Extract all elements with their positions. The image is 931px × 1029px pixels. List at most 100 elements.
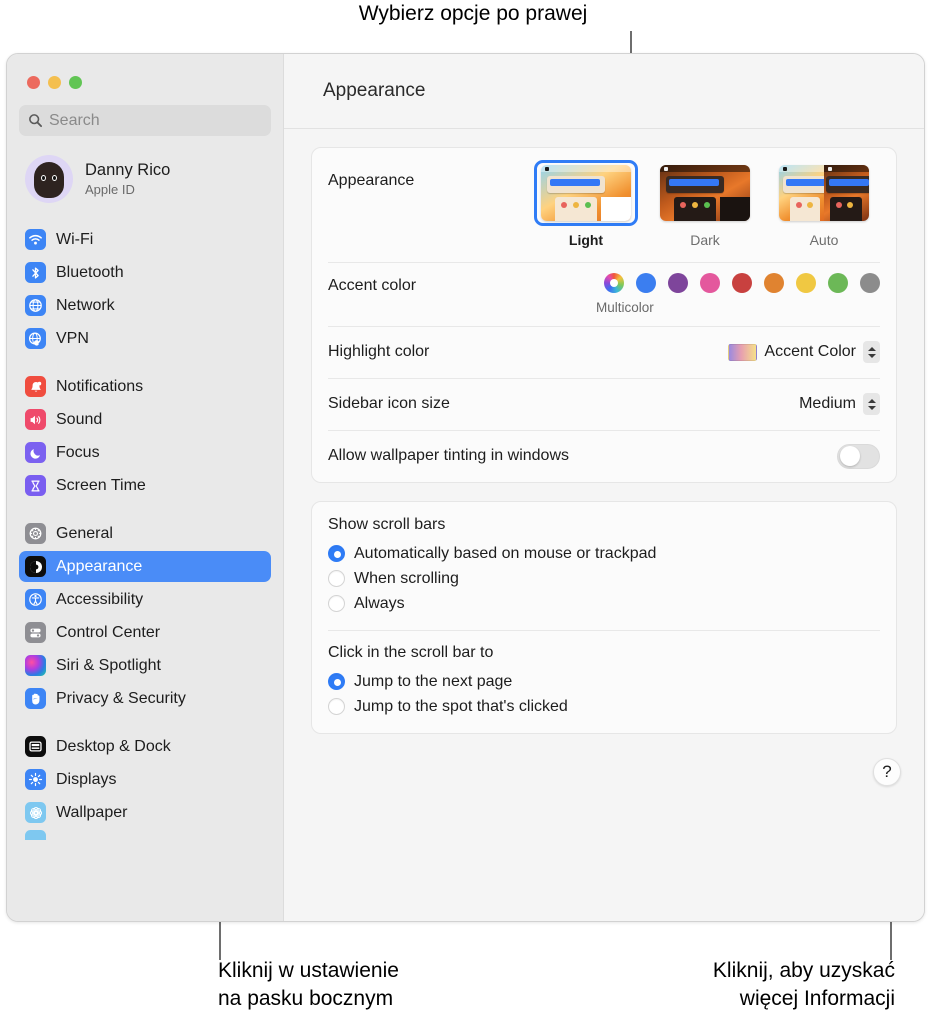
- window-controls: [19, 54, 271, 105]
- bell-icon: [25, 376, 46, 397]
- sidebar-item-label: Control Center: [56, 623, 161, 641]
- sidebar-item-label: Appearance: [56, 557, 143, 575]
- sidebar-icon-size-popup[interactable]: Medium: [799, 393, 880, 415]
- gear-icon: [25, 523, 46, 544]
- sidebar-item-partial[interactable]: [25, 830, 46, 840]
- show-scroll-bars-section: Show scroll bars Automatically based on …: [312, 502, 896, 630]
- wallpaper-tinting-toggle[interactable]: [837, 443, 880, 469]
- profile-subtitle: Apple ID: [85, 181, 135, 197]
- sidebar-item-label: Wi-Fi: [56, 230, 94, 248]
- sidebar-item-general[interactable]: General: [19, 518, 271, 549]
- radio-button-icon: [328, 570, 345, 587]
- close-button[interactable]: [27, 76, 40, 89]
- radio-jump-spot-clicked[interactable]: Jump to the spot that's clicked: [328, 694, 880, 719]
- accent-swatch-blue[interactable]: [636, 273, 656, 293]
- sidebar-item-apple-id[interactable]: Danny Rico Apple ID: [19, 150, 271, 208]
- zoom-button[interactable]: [69, 76, 82, 89]
- sidebar-group-preferences: General Appearance Accessibility Control…: [19, 518, 271, 714]
- sidebar-group-network: Wi-Fi Bluetooth Network VPN: [19, 224, 271, 354]
- radio-label: When scrolling: [354, 569, 459, 587]
- theme-label: Light: [568, 232, 604, 248]
- click-scroll-bar-section: Click in the scroll bar to Jump to the n…: [312, 630, 896, 733]
- sidebar-item-control-center[interactable]: Control Center: [19, 617, 271, 648]
- radio-label: Jump to the spot that's clicked: [354, 697, 568, 715]
- sidebar-item-privacy-security[interactable]: Privacy & Security: [19, 683, 271, 714]
- vpn-icon: [25, 328, 46, 349]
- callout-bottom-left-label: Kliknij w ustawienie na pasku bocznym: [218, 959, 399, 1010]
- scroll-bars-card: Show scroll bars Automatically based on …: [311, 501, 897, 734]
- hand-icon: [25, 688, 46, 709]
- minimize-button[interactable]: [48, 76, 61, 89]
- sliders-icon: [25, 622, 46, 643]
- sidebar-item-displays[interactable]: Displays: [19, 764, 271, 795]
- sidebar-item-label: VPN: [56, 329, 89, 347]
- radio-when-scrolling[interactable]: When scrolling: [328, 566, 880, 591]
- sidebar-item-label: Desktop & Dock: [56, 737, 171, 755]
- radio-jump-next-page[interactable]: Jump to the next page: [328, 669, 880, 694]
- accent-swatch-multicolor[interactable]: [604, 273, 624, 293]
- accent-swatches: [604, 273, 880, 293]
- sidebar-item-notifications[interactable]: Notifications: [19, 371, 271, 402]
- desktop-icon: [25, 736, 46, 757]
- sidebar-item-sound[interactable]: Sound: [19, 404, 271, 435]
- content-body: Appearance Light Dark Auto Accent color …: [284, 129, 924, 752]
- highlight-color-popup[interactable]: Accent Color: [728, 341, 880, 363]
- content-pane: Appearance Appearance Light Dark Auto Ac…: [284, 54, 924, 921]
- theme-option-light[interactable]: Light: [534, 160, 638, 248]
- avatar: [25, 155, 73, 203]
- accent-color-label: Accent color: [328, 277, 417, 294]
- accent-color-row: Accent color Multicolor: [312, 262, 896, 326]
- sidebar-item-label: Siri & Spotlight: [56, 656, 161, 674]
- sidebar-item-wallpaper[interactable]: Wallpaper: [19, 797, 271, 828]
- radio-label: Automatically based on mouse or trackpad: [354, 544, 657, 562]
- sidebar-item-network[interactable]: Network: [19, 290, 271, 321]
- radio-automatically[interactable]: Automatically based on mouse or trackpad: [328, 541, 880, 566]
- theme-options: Light Dark Auto: [534, 160, 880, 248]
- bluetooth-icon: [25, 262, 46, 283]
- accent-swatch-yellow[interactable]: [796, 273, 816, 293]
- theme-option-auto[interactable]: Auto: [772, 160, 876, 248]
- sidebar-item-label: Sound: [56, 410, 103, 428]
- radio-button-icon: [328, 595, 345, 612]
- system-settings-window: Search Danny Rico Apple ID Wi-Fi Bluetoo…: [6, 53, 925, 922]
- accent-swatch-red[interactable]: [732, 273, 752, 293]
- wallpaper-tinting-row: Allow wallpaper tinting in windows: [312, 430, 896, 482]
- highlight-color-row: Highlight color Accent Color: [312, 326, 896, 378]
- sidebar-item-siri-spotlight[interactable]: Siri & Spotlight: [19, 650, 271, 681]
- sidebar-item-appearance[interactable]: Appearance: [19, 551, 271, 582]
- sidebar-group-desktop: Desktop & Dock Displays Wallpaper: [19, 731, 271, 840]
- speaker-icon: [25, 409, 46, 430]
- sidebar-item-label: Displays: [56, 770, 117, 788]
- sidebar-item-accessibility[interactable]: Accessibility: [19, 584, 271, 615]
- sidebar-item-label: Screen Time: [56, 476, 146, 494]
- radio-button-icon: [328, 673, 345, 690]
- sidebar-item-label: Wallpaper: [56, 803, 128, 821]
- sidebar-item-wi-fi[interactable]: Wi-Fi: [19, 224, 271, 255]
- sidebar-icon-size-row: Sidebar icon size Medium: [312, 378, 896, 430]
- appearance-label: Appearance: [328, 172, 415, 189]
- accent-swatch-orange[interactable]: [764, 273, 784, 293]
- sidebar-group-system: Notifications Sound Focus Screen Time: [19, 371, 271, 501]
- accent-swatch-pink[interactable]: [700, 273, 720, 293]
- sidebar-item-screen-time[interactable]: Screen Time: [19, 470, 271, 501]
- siri-icon: [25, 655, 46, 676]
- appearance-settings-card: Appearance Light Dark Auto Accent color …: [311, 147, 897, 483]
- theme-label: Auto: [809, 232, 839, 248]
- sidebar-item-label: Network: [56, 296, 115, 314]
- theme-option-dark[interactable]: Dark: [653, 160, 757, 248]
- radio-always[interactable]: Always: [328, 591, 880, 616]
- accent-swatch-graphite[interactable]: [860, 273, 880, 293]
- sidebar-item-vpn[interactable]: VPN: [19, 323, 271, 354]
- search-input[interactable]: Search: [19, 105, 271, 136]
- sidebar-icon-size-value: Medium: [799, 395, 856, 412]
- accent-swatch-purple[interactable]: [668, 273, 688, 293]
- sidebar-item-focus[interactable]: Focus: [19, 437, 271, 468]
- accent-swatch-green[interactable]: [828, 273, 848, 293]
- highlight-color-value: Accent Color: [764, 343, 856, 360]
- sidebar-item-desktop-dock[interactable]: Desktop & Dock: [19, 731, 271, 762]
- sidebar-item-bluetooth[interactable]: Bluetooth: [19, 257, 271, 288]
- help-button[interactable]: ?: [873, 758, 901, 786]
- radio-button-icon: [328, 698, 345, 715]
- radio-label: Jump to the next page: [354, 672, 513, 690]
- sidebar-item-label: Privacy & Security: [56, 689, 186, 707]
